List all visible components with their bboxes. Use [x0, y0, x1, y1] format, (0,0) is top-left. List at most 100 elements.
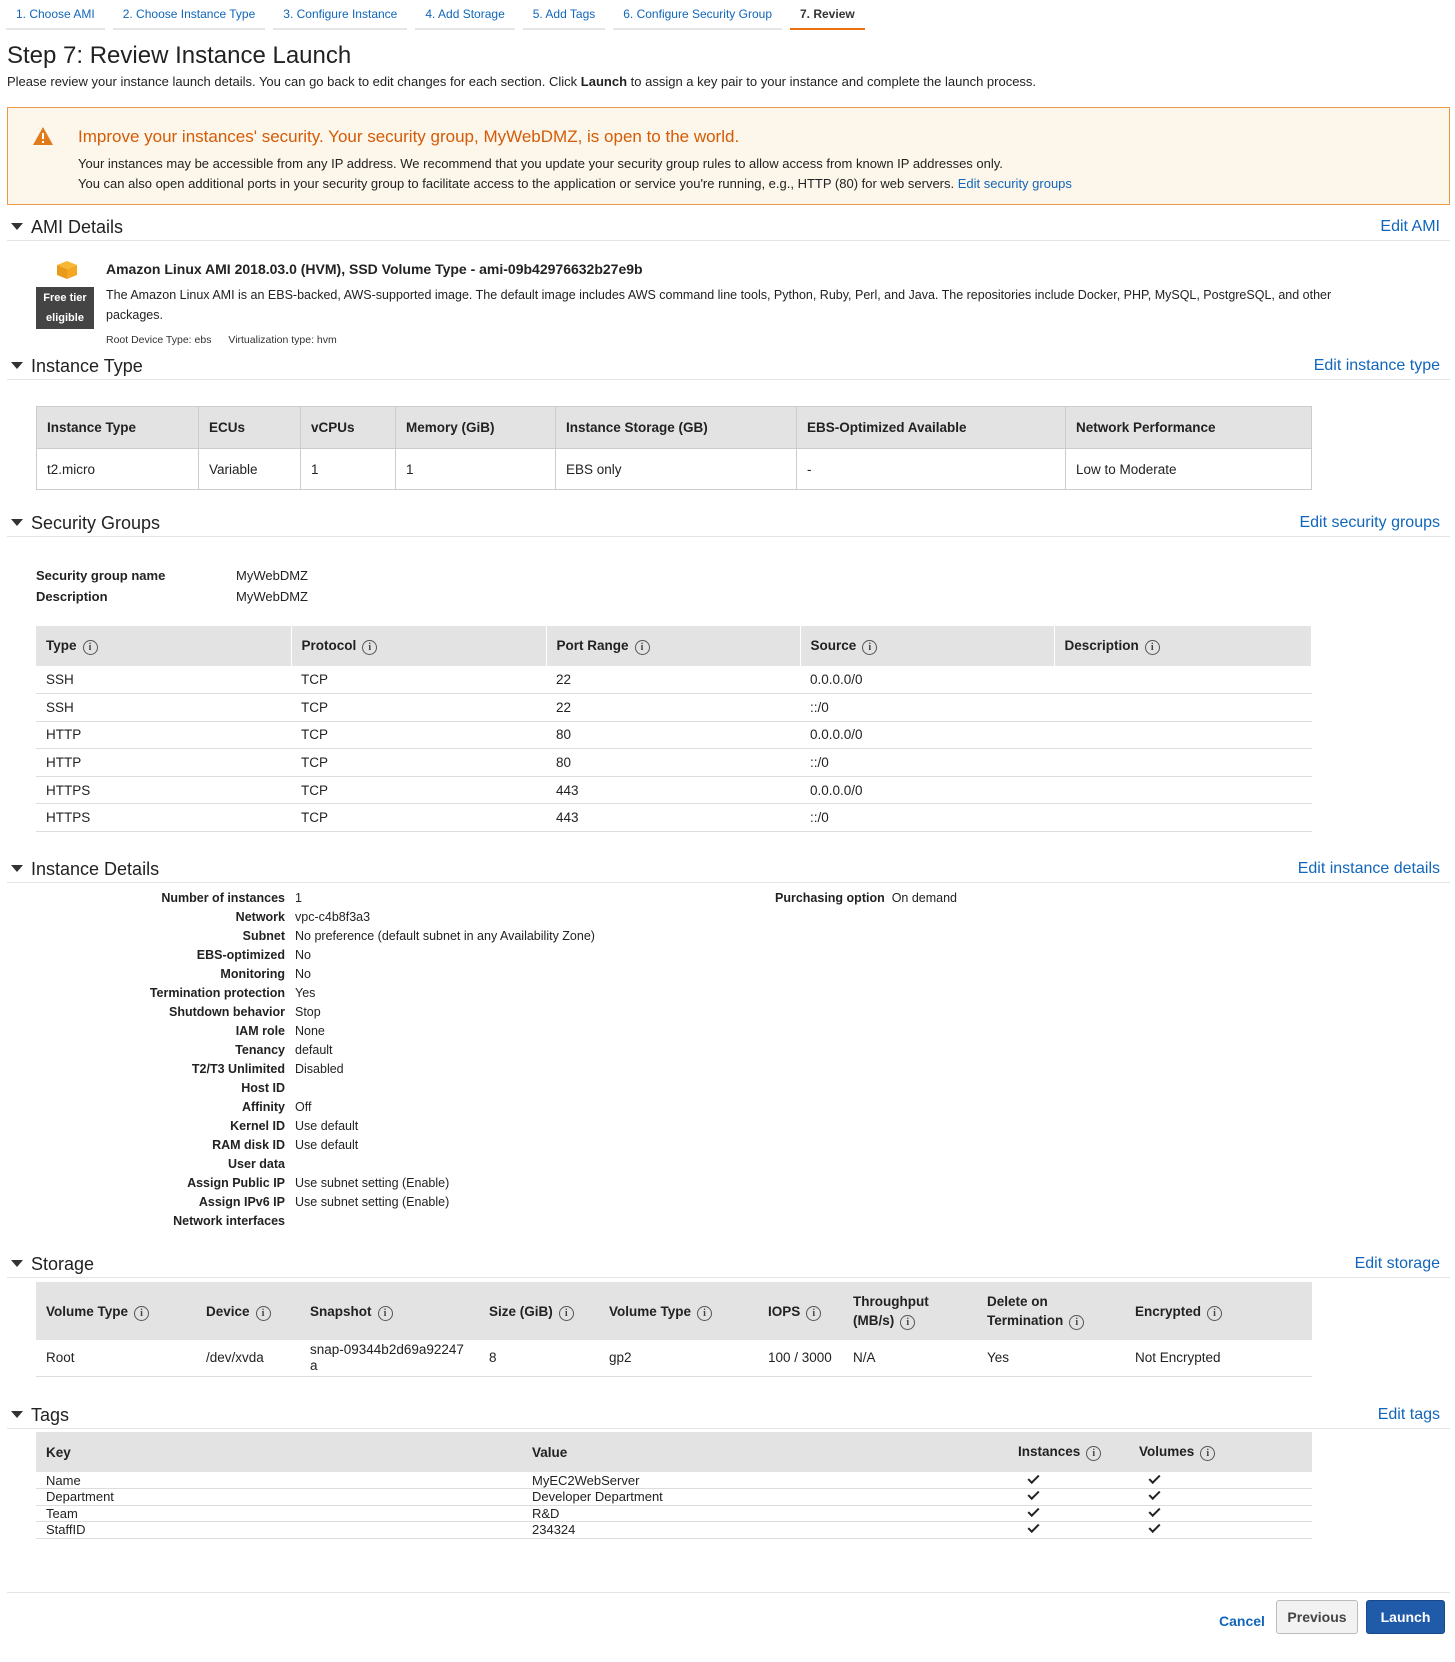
info-icon[interactable]: i: [134, 1305, 150, 1321]
table-cell: EBS only: [555, 448, 797, 490]
table-cell: TCP: [291, 748, 546, 777]
checkmark-icon: [1148, 1488, 1161, 1501]
table-header-row: Volume Type i Device i Snapshot i Size (GiB…: [36, 1282, 1312, 1340]
column-header-size: Size (GiB) i: [479, 1282, 599, 1340]
info-icon[interactable]: i: [862, 639, 878, 655]
instance-detail-label: Host ID: [241, 1081, 285, 1095]
info-icon[interactable]: i: [255, 1305, 271, 1321]
table-cell: 80: [546, 748, 800, 777]
edit-security-groups-link[interactable]: Edit security groups: [1299, 514, 1440, 532]
collapse-caret-icon[interactable]: [11, 1411, 23, 1418]
info-icon[interactable]: i: [82, 639, 98, 655]
tag-value: R&D: [522, 1505, 1008, 1522]
table-cell: TCP: [291, 776, 546, 805]
column-header-snapshot: Snapshot i: [300, 1282, 479, 1340]
instance-type-header: Instance Type Edit instance type: [7, 354, 1450, 380]
wizard-tabs: 1. Choose AMI 2. Choose Instance Type 3.…: [6, 0, 873, 32]
instances-cell: [1008, 1488, 1129, 1506]
table-row: StaffID 234324: [36, 1521, 1312, 1539]
collapse-caret-icon[interactable]: [11, 1260, 23, 1267]
table-cell: Variable: [198, 448, 301, 490]
table-row: SSH TCP 22::/0: [36, 693, 1312, 722]
ami-name: Amazon Linux AMI 2018.03.0 (HVM), SSD Vo…: [106, 261, 643, 277]
previous-button[interactable]: Previous: [1276, 1600, 1358, 1634]
instance-detail-value: Use default: [295, 1138, 359, 1152]
warning-edit-security-groups-link[interactable]: Edit security groups: [958, 176, 1072, 191]
info-icon[interactable]: i: [1069, 1315, 1085, 1330]
info-icon[interactable]: i: [634, 639, 650, 655]
column-header-label: Snapshot: [310, 1303, 372, 1319]
checkmark-icon: [1027, 1488, 1040, 1501]
table-cell: Yes: [977, 1340, 1125, 1377]
column-header-label: Description: [1064, 637, 1139, 653]
ami-details-title: AMI Details: [31, 217, 124, 237]
table-cell: [1054, 666, 1312, 695]
tab-add-storage[interactable]: 4. Add Storage: [415, 0, 515, 30]
column-header: Network Performance: [1065, 406, 1312, 449]
edit-ami-link[interactable]: Edit AMI: [1380, 218, 1440, 236]
info-icon[interactable]: i: [1144, 639, 1160, 655]
info-icon[interactable]: i: [900, 1315, 916, 1330]
column-header-label: IOPS: [768, 1303, 801, 1319]
table-cell: [1054, 776, 1312, 805]
edit-tags-link[interactable]: Edit tags: [1378, 1406, 1440, 1424]
instance-detail-label: Termination protection: [149, 986, 285, 1000]
warning-line-2-text: You can also open additional ports in yo…: [78, 176, 955, 191]
purchasing-option-label: Purchasing option: [775, 891, 885, 905]
checkmark-icon: [1148, 1471, 1161, 1484]
instance-detail-row: Network interfaces: [0, 1214, 1455, 1232]
table-row: SSH TCP 22 0.0.0.0/0: [36, 666, 1312, 695]
tab-add-tags[interactable]: 5. Add Tags: [522, 0, 606, 30]
security-groups-header: Security Groups Edit security groups: [7, 511, 1450, 537]
info-icon[interactable]: i: [362, 639, 378, 655]
instance-detail-label: Kernel ID: [230, 1119, 285, 1133]
tags-table: Key Value Instances i Volumes i Name MyEC2W…: [36, 1432, 1312, 1539]
volumes-cell: [1129, 1488, 1312, 1506]
info-icon[interactable]: i: [806, 1305, 822, 1321]
instance-detail-row: Monitoring No: [0, 967, 1455, 985]
edit-storage-link[interactable]: Edit storage: [1355, 1255, 1440, 1273]
instances-cell: [1008, 1504, 1129, 1522]
instance-detail-label: RAM disk ID: [212, 1138, 285, 1152]
table-cell: TCP: [291, 803, 546, 833]
table-row: HTTPS TCP 443::/0: [36, 803, 1312, 833]
tag-key: Department: [36, 1488, 522, 1506]
edit-instance-details-link[interactable]: Edit instance details: [1298, 860, 1440, 878]
table-cell: TCP: [291, 666, 546, 695]
info-icon[interactable]: i: [1200, 1445, 1216, 1461]
cancel-button[interactable]: Cancel: [1212, 1606, 1272, 1636]
edit-instance-type-link[interactable]: Edit instance type: [1314, 357, 1440, 375]
info-icon[interactable]: i: [697, 1305, 713, 1321]
tags-title: Tags: [31, 1405, 70, 1425]
launch-button[interactable]: Launch: [1366, 1600, 1445, 1634]
tab-review[interactable]: 7. Review: [790, 0, 865, 30]
tags-header: Tags Edit tags: [7, 1403, 1450, 1429]
info-icon[interactable]: i: [1207, 1305, 1223, 1321]
tab-choose-instance-type[interactable]: 2. Choose Instance Type: [112, 0, 266, 30]
table-row: t2.micro Variable 1 1 EBS only - Low to …: [36, 448, 1312, 490]
instance-detail-row: T2/T3 Unlimited Disabled: [0, 1062, 1455, 1080]
info-icon[interactable]: i: [377, 1305, 393, 1321]
instance-detail-label: Assign IPv6 IP: [198, 1195, 285, 1209]
table-cell: HTTP: [36, 748, 291, 777]
info-icon[interactable]: i: [558, 1305, 574, 1321]
table-row: HTTP TCP 80 0.0.0.0/0: [36, 721, 1312, 750]
column-header: EBS-Optimized Available: [796, 406, 1066, 449]
collapse-caret-icon[interactable]: [11, 865, 23, 872]
collapse-caret-icon[interactable]: [11, 519, 23, 526]
instance-detail-value: Stop: [295, 1005, 321, 1019]
tab-configure-security-group[interactable]: 6. Configure Security Group: [613, 0, 782, 30]
volumes-cell: [1129, 1471, 1312, 1489]
collapse-caret-icon[interactable]: [11, 223, 23, 230]
tag-value: 234324: [522, 1521, 1008, 1539]
column-header-label: Port Range: [556, 637, 629, 653]
ami-details-header: AMI Details Edit AMI: [7, 215, 1450, 241]
warning-title: Improve your instances' security. Your s…: [78, 127, 740, 146]
table-cell: [1054, 803, 1312, 833]
table-row: HTTP TCP 80::/0: [36, 748, 1312, 777]
info-icon[interactable]: i: [1086, 1445, 1102, 1461]
tab-choose-ami[interactable]: 1. Choose AMI: [6, 0, 105, 30]
collapse-caret-icon[interactable]: [11, 362, 23, 369]
checkmark-icon: [1148, 1521, 1161, 1534]
tab-configure-instance[interactable]: 3. Configure Instance: [273, 0, 408, 30]
